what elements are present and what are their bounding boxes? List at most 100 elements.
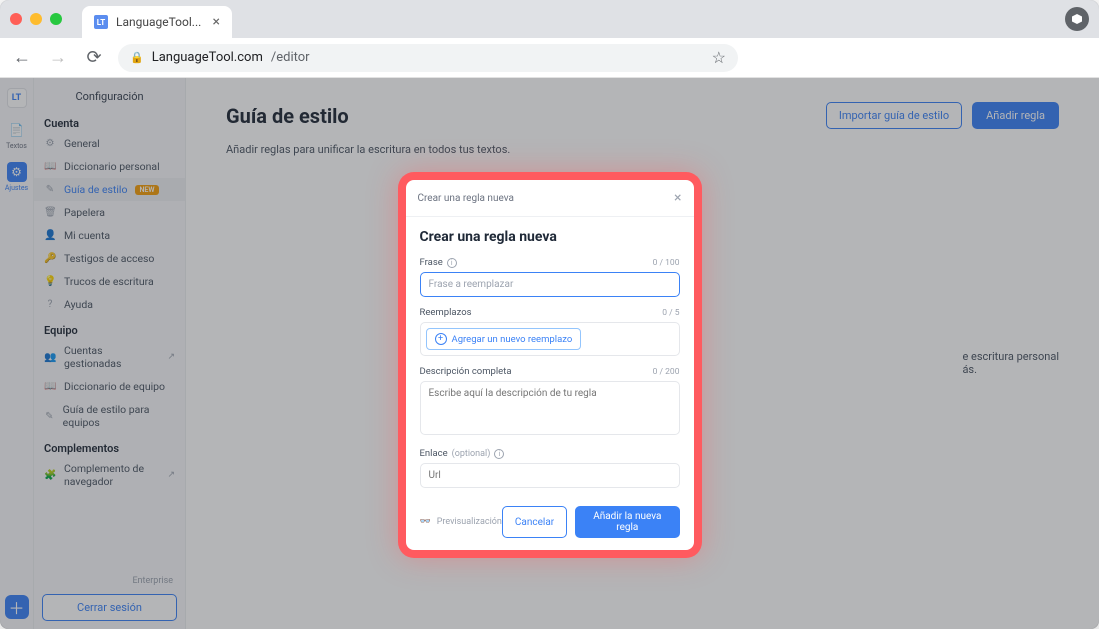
book-icon: 📖 (44, 381, 56, 392)
bulb-icon: 💡 (44, 276, 56, 287)
back-button[interactable]: ← (10, 47, 34, 68)
pen-icon: ✎ (44, 411, 55, 422)
sidebar-item-general[interactable]: ⚙General (34, 132, 185, 155)
close-tab-icon[interactable]: × (213, 14, 220, 30)
sidebar-item-label: Cuentas gestionadas (64, 344, 159, 370)
modal-title: Crear una regla nueva (420, 229, 680, 245)
sidebar-item-label: Guía de estilo (64, 183, 127, 196)
section-team: Equipo (34, 316, 185, 339)
window-minimize-button[interactable] (30, 13, 42, 25)
reload-button[interactable]: ⟳ (82, 47, 106, 68)
glasses-icon: 👓 (420, 517, 431, 527)
icon-rail: LT 📄 Textos ⚙ Ajustes ＋ (0, 78, 34, 629)
sidebar-item-label: Papelera (64, 206, 105, 219)
url-path: /editor (271, 50, 310, 65)
lock-icon: 🔒 (130, 51, 144, 64)
section-addons: Complementos (34, 434, 185, 457)
preview-label: Previsualización (437, 517, 502, 527)
cancel-button[interactable]: Cancelar (502, 506, 567, 538)
link-label: Enlace (optional) i (420, 448, 505, 459)
logout-button[interactable]: Cerrar sesión (42, 594, 177, 621)
create-rule-modal: Crear una regla nueva × Crear una regla … (406, 180, 694, 550)
sidebar-item-label: Mi cuenta (64, 229, 110, 242)
phrase-counter: 0 / 100 (653, 258, 680, 268)
forward-button: → (46, 47, 70, 68)
replacements-counter: 0 / 5 (662, 308, 679, 318)
book-icon: 📖 (44, 161, 56, 172)
obscured-text: e escritura personal ás. (962, 350, 1059, 376)
sidebar-item-tips[interactable]: 💡 Trucos de escritura (34, 270, 185, 293)
users-icon: 👥 (44, 352, 56, 363)
sidebar-item-label: General (64, 137, 100, 150)
address-bar[interactable]: 🔒 LanguageTool.com/editor ☆ (118, 44, 738, 72)
modal-close-icon[interactable]: × (674, 190, 681, 206)
user-icon: 👤 (44, 230, 56, 241)
replacements-box: + Agregar un nuevo reemplazo (420, 322, 680, 356)
key-icon: 🔑 (44, 253, 56, 264)
app-logo-icon: LT (7, 88, 27, 108)
info-icon[interactable]: i (447, 258, 457, 268)
rail-logo[interactable]: LT (3, 88, 31, 108)
modal-highlight-wrap: Crear una regla nueva × Crear una regla … (398, 172, 702, 558)
sidebar-item-trash[interactable]: 🗑 Papelera (34, 201, 185, 224)
import-guide-button[interactable]: Importar guía de estilo (826, 102, 962, 129)
new-badge: NEW (135, 185, 158, 195)
section-account: Cuenta (34, 109, 185, 132)
sidebar-item-team-style[interactable]: ✎ Guía de estilo para equipos (34, 398, 185, 434)
rail-label: Ajustes (5, 184, 28, 192)
description-input[interactable] (420, 381, 680, 435)
add-replacement-button[interactable]: + Agregar un nuevo reemplazo (426, 328, 582, 350)
modal-header-title: Crear una regla nueva (418, 193, 514, 204)
sidebar-item-label: Ayuda (64, 298, 93, 311)
puzzle-icon: 🧩 (44, 470, 56, 481)
browser-toolbar: ← → ⟳ 🔒 LanguageTool.com/editor ☆ (0, 38, 1099, 78)
sidebar-item-help[interactable]: ?Ayuda (34, 293, 185, 316)
sidebar-item-account[interactable]: 👤 Mi cuenta (34, 224, 185, 247)
page-title: Guía de estilo (226, 104, 349, 128)
sidebar-item-label: Trucos de escritura (64, 275, 154, 288)
window-close-button[interactable] (10, 13, 22, 25)
preview-toggle[interactable]: 👓 Previsualización (420, 517, 502, 527)
trash-icon: 🗑 (44, 207, 56, 218)
new-text-button[interactable]: ＋ (5, 595, 29, 619)
add-replacement-label: Agregar un nuevo reemplazo (452, 334, 573, 345)
link-input[interactable] (420, 463, 680, 488)
window-controls (10, 13, 62, 25)
pen-icon: ✎ (44, 184, 56, 195)
browser-tab-bar: LT LanguageTool... × (0, 0, 1099, 38)
gear-icon: ⚙ (7, 162, 27, 182)
phrase-input[interactable] (420, 272, 680, 297)
browser-tab[interactable]: LT LanguageTool... × (82, 6, 232, 38)
sidebar-title: Configuración (34, 84, 185, 109)
sidebar-item-team-dict[interactable]: 📖Diccionario de equipo (34, 375, 185, 398)
info-icon[interactable]: i (494, 449, 504, 459)
browser-profile-icon[interactable] (1065, 7, 1089, 31)
sidebar-item-styleguide[interactable]: ✎ Guía de estilo NEW (34, 178, 185, 201)
rail-item-texts[interactable]: 📄 Textos (3, 120, 31, 150)
description-label: Descripción completa (420, 366, 512, 377)
settings-sidebar: Configuración Cuenta ⚙General 📖Diccionar… (34, 78, 186, 629)
bookmark-star-icon[interactable]: ☆ (712, 48, 726, 67)
sidebar-item-tokens[interactable]: 🔑 Testigos de acceso (34, 247, 185, 270)
rail-label: Textos (6, 142, 27, 150)
url-host: LanguageTool.com (152, 50, 263, 65)
replacements-label: Reemplazos (420, 307, 472, 318)
plus-icon: + (435, 333, 447, 345)
rail-item-settings[interactable]: ⚙ Ajustes (3, 162, 31, 192)
external-link-icon: ↗ (167, 470, 175, 480)
phrase-label: Frasei (420, 257, 457, 268)
sidebar-item-dictionary[interactable]: 📖 Diccionario personal (34, 155, 185, 178)
sidebar-item-label: Diccionario personal (64, 160, 160, 173)
enterprise-label: Enterprise (42, 572, 177, 594)
submit-rule-button[interactable]: Añadir la nueva regla (575, 506, 679, 538)
sidebar-item-label: Complemento de navegador (64, 462, 159, 488)
add-rule-button[interactable]: Añadir regla (972, 102, 1059, 129)
tab-favicon: LT (94, 15, 108, 29)
external-link-icon: ↗ (167, 352, 175, 362)
sidebar-item-label: Testigos de acceso (64, 252, 154, 265)
sidebar-item-label: Guía de estilo para equipos (63, 403, 175, 429)
description-counter: 0 / 200 (653, 367, 680, 377)
sidebar-item-managed[interactable]: 👥 Cuentas gestionadas ↗ (34, 339, 185, 375)
sidebar-item-browser-addon[interactable]: 🧩 Complemento de navegador ↗ (34, 457, 185, 493)
window-maximize-button[interactable] (50, 13, 62, 25)
